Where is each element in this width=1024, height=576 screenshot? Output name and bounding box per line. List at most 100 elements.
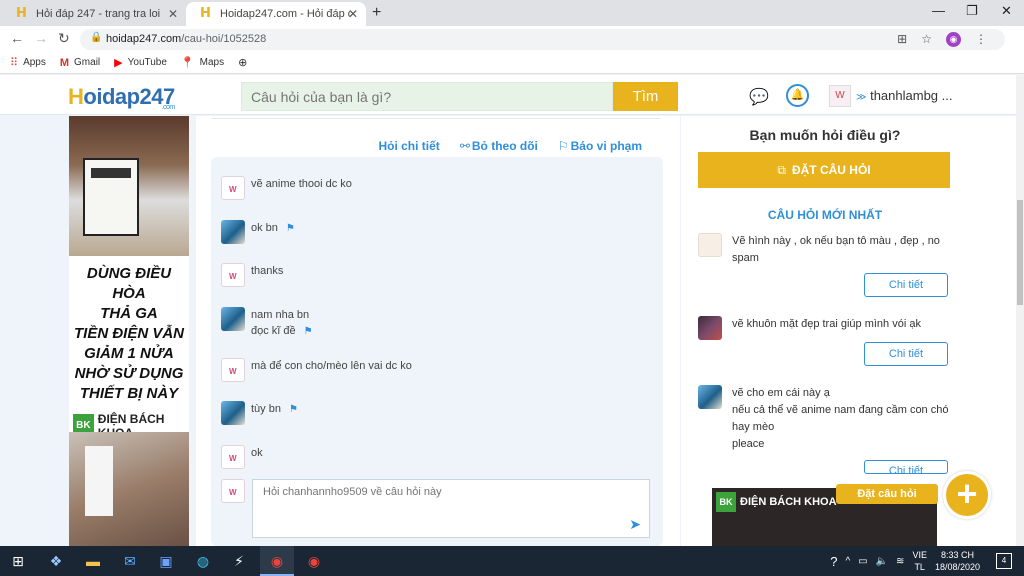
- windows-start-icon[interactable]: ⊞: [9, 552, 27, 570]
- language-indicator[interactable]: VIE TL: [912, 549, 927, 573]
- avatar[interactable]: [221, 263, 245, 287]
- notification-icon[interactable]: 4: [996, 553, 1012, 569]
- ad-brand: BK ĐIỆN BÁCH KHOA: [716, 492, 837, 512]
- bookmark-maps[interactable]: 📍 Maps: [181, 56, 224, 69]
- chevron-up-icon[interactable]: ^: [845, 556, 850, 567]
- divider: [212, 118, 660, 119]
- detail-button[interactable]: Chi tiết: [864, 460, 948, 474]
- detail-button[interactable]: Chi tiết: [864, 273, 948, 297]
- minimize-icon[interactable]: —: [932, 3, 945, 18]
- chrome-profile-icon[interactable]: ◉: [305, 552, 323, 570]
- forward-icon[interactable]: →: [34, 30, 48, 46]
- question-item: Vẽ hình này , ok nếu bạn tô màu , đẹp , …: [698, 233, 952, 267]
- gmail-icon: M: [59, 56, 70, 69]
- tab-1[interactable]: H Hỏi đáp 247 - trang tra loi ✕: [2, 2, 186, 26]
- comment-item: mà để con cho/mèo lên vai dc ko: [221, 358, 412, 382]
- globe-icon: ⊕: [238, 57, 248, 69]
- tab-title: Hỏi đáp 247 - trang tra loi: [36, 8, 161, 20]
- avatar[interactable]: [221, 358, 245, 382]
- avatar[interactable]: W: [829, 85, 851, 107]
- ad-meter-image: [69, 116, 189, 256]
- ask-icon: ⧉: [777, 163, 786, 177]
- flag-icon[interactable]: ⚑: [286, 223, 295, 234]
- reload-icon[interactable]: ↻: [58, 30, 70, 47]
- new-tab-icon[interactable]: +: [372, 4, 381, 22]
- close-icon[interactable]: ✕: [168, 7, 178, 21]
- avatar[interactable]: [698, 385, 722, 409]
- report-link[interactable]: ⚐ Báo vi phạm: [558, 139, 642, 153]
- url-field[interactable]: 🔒 hoidap247.com/cau-hoi/1052528 ⊞ ☆ ◉ ⋮: [80, 29, 1005, 50]
- question-actions: Hỏi chi tiết ⚯ Bỏ theo dõi ⚐ Báo vi phạm: [378, 139, 642, 153]
- chat-icon[interactable]: 💬: [749, 87, 769, 107]
- edge-icon[interactable]: ◍: [194, 552, 212, 570]
- clock[interactable]: 8:33 CH 18/08/2020: [935, 549, 980, 573]
- avatar[interactable]: [221, 176, 245, 200]
- bookmark-youtube[interactable]: ▶ YouTube: [114, 56, 167, 69]
- zoom-icon[interactable]: ▣: [157, 552, 175, 570]
- battery-icon[interactable]: ▭: [858, 556, 867, 567]
- send-icon[interactable]: ➤: [629, 516, 641, 533]
- avatar[interactable]: [698, 233, 722, 257]
- search-button[interactable]: Tìm: [613, 82, 678, 111]
- restore-icon[interactable]: ❐: [966, 3, 978, 19]
- comment-item: ok bn ⚑: [221, 220, 295, 244]
- back-icon[interactable]: ←: [10, 30, 24, 46]
- menu-dots-icon[interactable]: ⋮: [975, 32, 987, 47]
- unfollow-link[interactable]: ⚯ Bỏ theo dõi: [460, 139, 538, 153]
- bookmark-globe[interactable]: ⊕: [238, 56, 247, 69]
- site-logo[interactable]: Hoidap247 .com: [68, 84, 175, 111]
- lock-icon: 🔒: [90, 32, 103, 43]
- volume-icon[interactable]: 🔈: [876, 556, 888, 567]
- question-item: vẽ cho em cái này ạ nếu cả thể vẽ anime …: [698, 385, 952, 453]
- ask-detail-link[interactable]: Hỏi chi tiết: [378, 139, 439, 153]
- floating-ask-button[interactable]: +: [943, 471, 991, 519]
- youtube-icon: ▶: [114, 57, 123, 69]
- avatar[interactable]: [221, 445, 245, 469]
- translate-icon[interactable]: ⊞: [897, 32, 907, 47]
- detail-button[interactable]: Chi tiết: [864, 342, 948, 366]
- bookmark-gmail[interactable]: M Gmail: [60, 57, 100, 69]
- profile-avatar-icon[interactable]: ◉: [946, 32, 961, 47]
- username[interactable]: ≫ thanhlambg ...: [856, 88, 952, 103]
- search-input[interactable]: [242, 83, 612, 110]
- flag-icon[interactable]: ⚑: [289, 404, 298, 415]
- search-box: [241, 82, 613, 111]
- floating-ask-label[interactable]: Đặt câu hỏi: [836, 484, 938, 504]
- bell-icon[interactable]: 🔔: [786, 84, 809, 107]
- star-icon[interactable]: ☆: [921, 32, 932, 47]
- left-advertisement[interactable]: DÙNG ĐIỀU HÒA THẢ GA TIỀN ĐIỆN VẪN GIẢM …: [69, 116, 189, 546]
- close-icon[interactable]: ✕: [348, 7, 358, 21]
- ask-question-button[interactable]: ⧉ ĐẶT CÂU HỎI: [698, 152, 950, 188]
- tab-2[interactable]: H Hoidap247.com - Hỏi đáp online ✕: [186, 2, 366, 26]
- bk-logo-icon: BK: [716, 492, 736, 512]
- mail-icon[interactable]: ✉: [121, 552, 139, 570]
- wifi-icon[interactable]: ≋: [896, 556, 904, 567]
- question-detail-panel: Hỏi chi tiết ⚯Bỏ theo dõi ⚐Báo vi phạm v…: [196, 116, 680, 546]
- reply-box: ➤: [252, 479, 650, 538]
- flag-icon[interactable]: ⚑: [304, 326, 313, 337]
- dropbox-icon[interactable]: ❖: [47, 552, 65, 570]
- comment-item: thanks: [221, 263, 283, 287]
- windows-taskbar: ⊞ ❖ ▬ ✉ ▣ ◍ ⚡ ◉ ◉ ? ^ ▭ 🔈 ≋ VIE TL 8:33 C…: [0, 546, 1024, 576]
- avatar[interactable]: [221, 401, 245, 425]
- file-explorer-icon[interactable]: ▬: [84, 552, 102, 570]
- comment-item: vẽ anime thooi dc ko: [221, 176, 352, 200]
- close-window-icon[interactable]: ✕: [1001, 3, 1012, 19]
- comment-item: ok: [221, 445, 263, 469]
- question-item: vẽ khuôn mặt đẹp trai giúp mình vói ạk: [698, 316, 952, 340]
- avatar[interactable]: [221, 307, 245, 331]
- hoidap-favicon-icon: H: [16, 6, 27, 21]
- help-icon[interactable]: ?: [830, 554, 837, 569]
- url-text: hoidap247.com/cau-hoi/1052528: [106, 33, 267, 45]
- chrome-icon[interactable]: ◉: [268, 552, 286, 570]
- reply-input[interactable]: [253, 480, 649, 537]
- electric-meter-icon: [83, 158, 139, 236]
- page-scrollbar[interactable]: [1016, 75, 1024, 546]
- bookmark-apps[interactable]: ⠿ Apps: [10, 56, 46, 69]
- avatar[interactable]: [698, 316, 722, 340]
- scrollbar-thumb[interactable]: [1017, 200, 1023, 305]
- avatar[interactable]: [221, 220, 245, 244]
- app-icon[interactable]: ⚡: [230, 552, 248, 570]
- apps-icon: ⠿: [10, 57, 19, 69]
- site-header: Hoidap247.com Tìm 💬 🔔 W ≫ thanhlambg ...: [0, 75, 1020, 115]
